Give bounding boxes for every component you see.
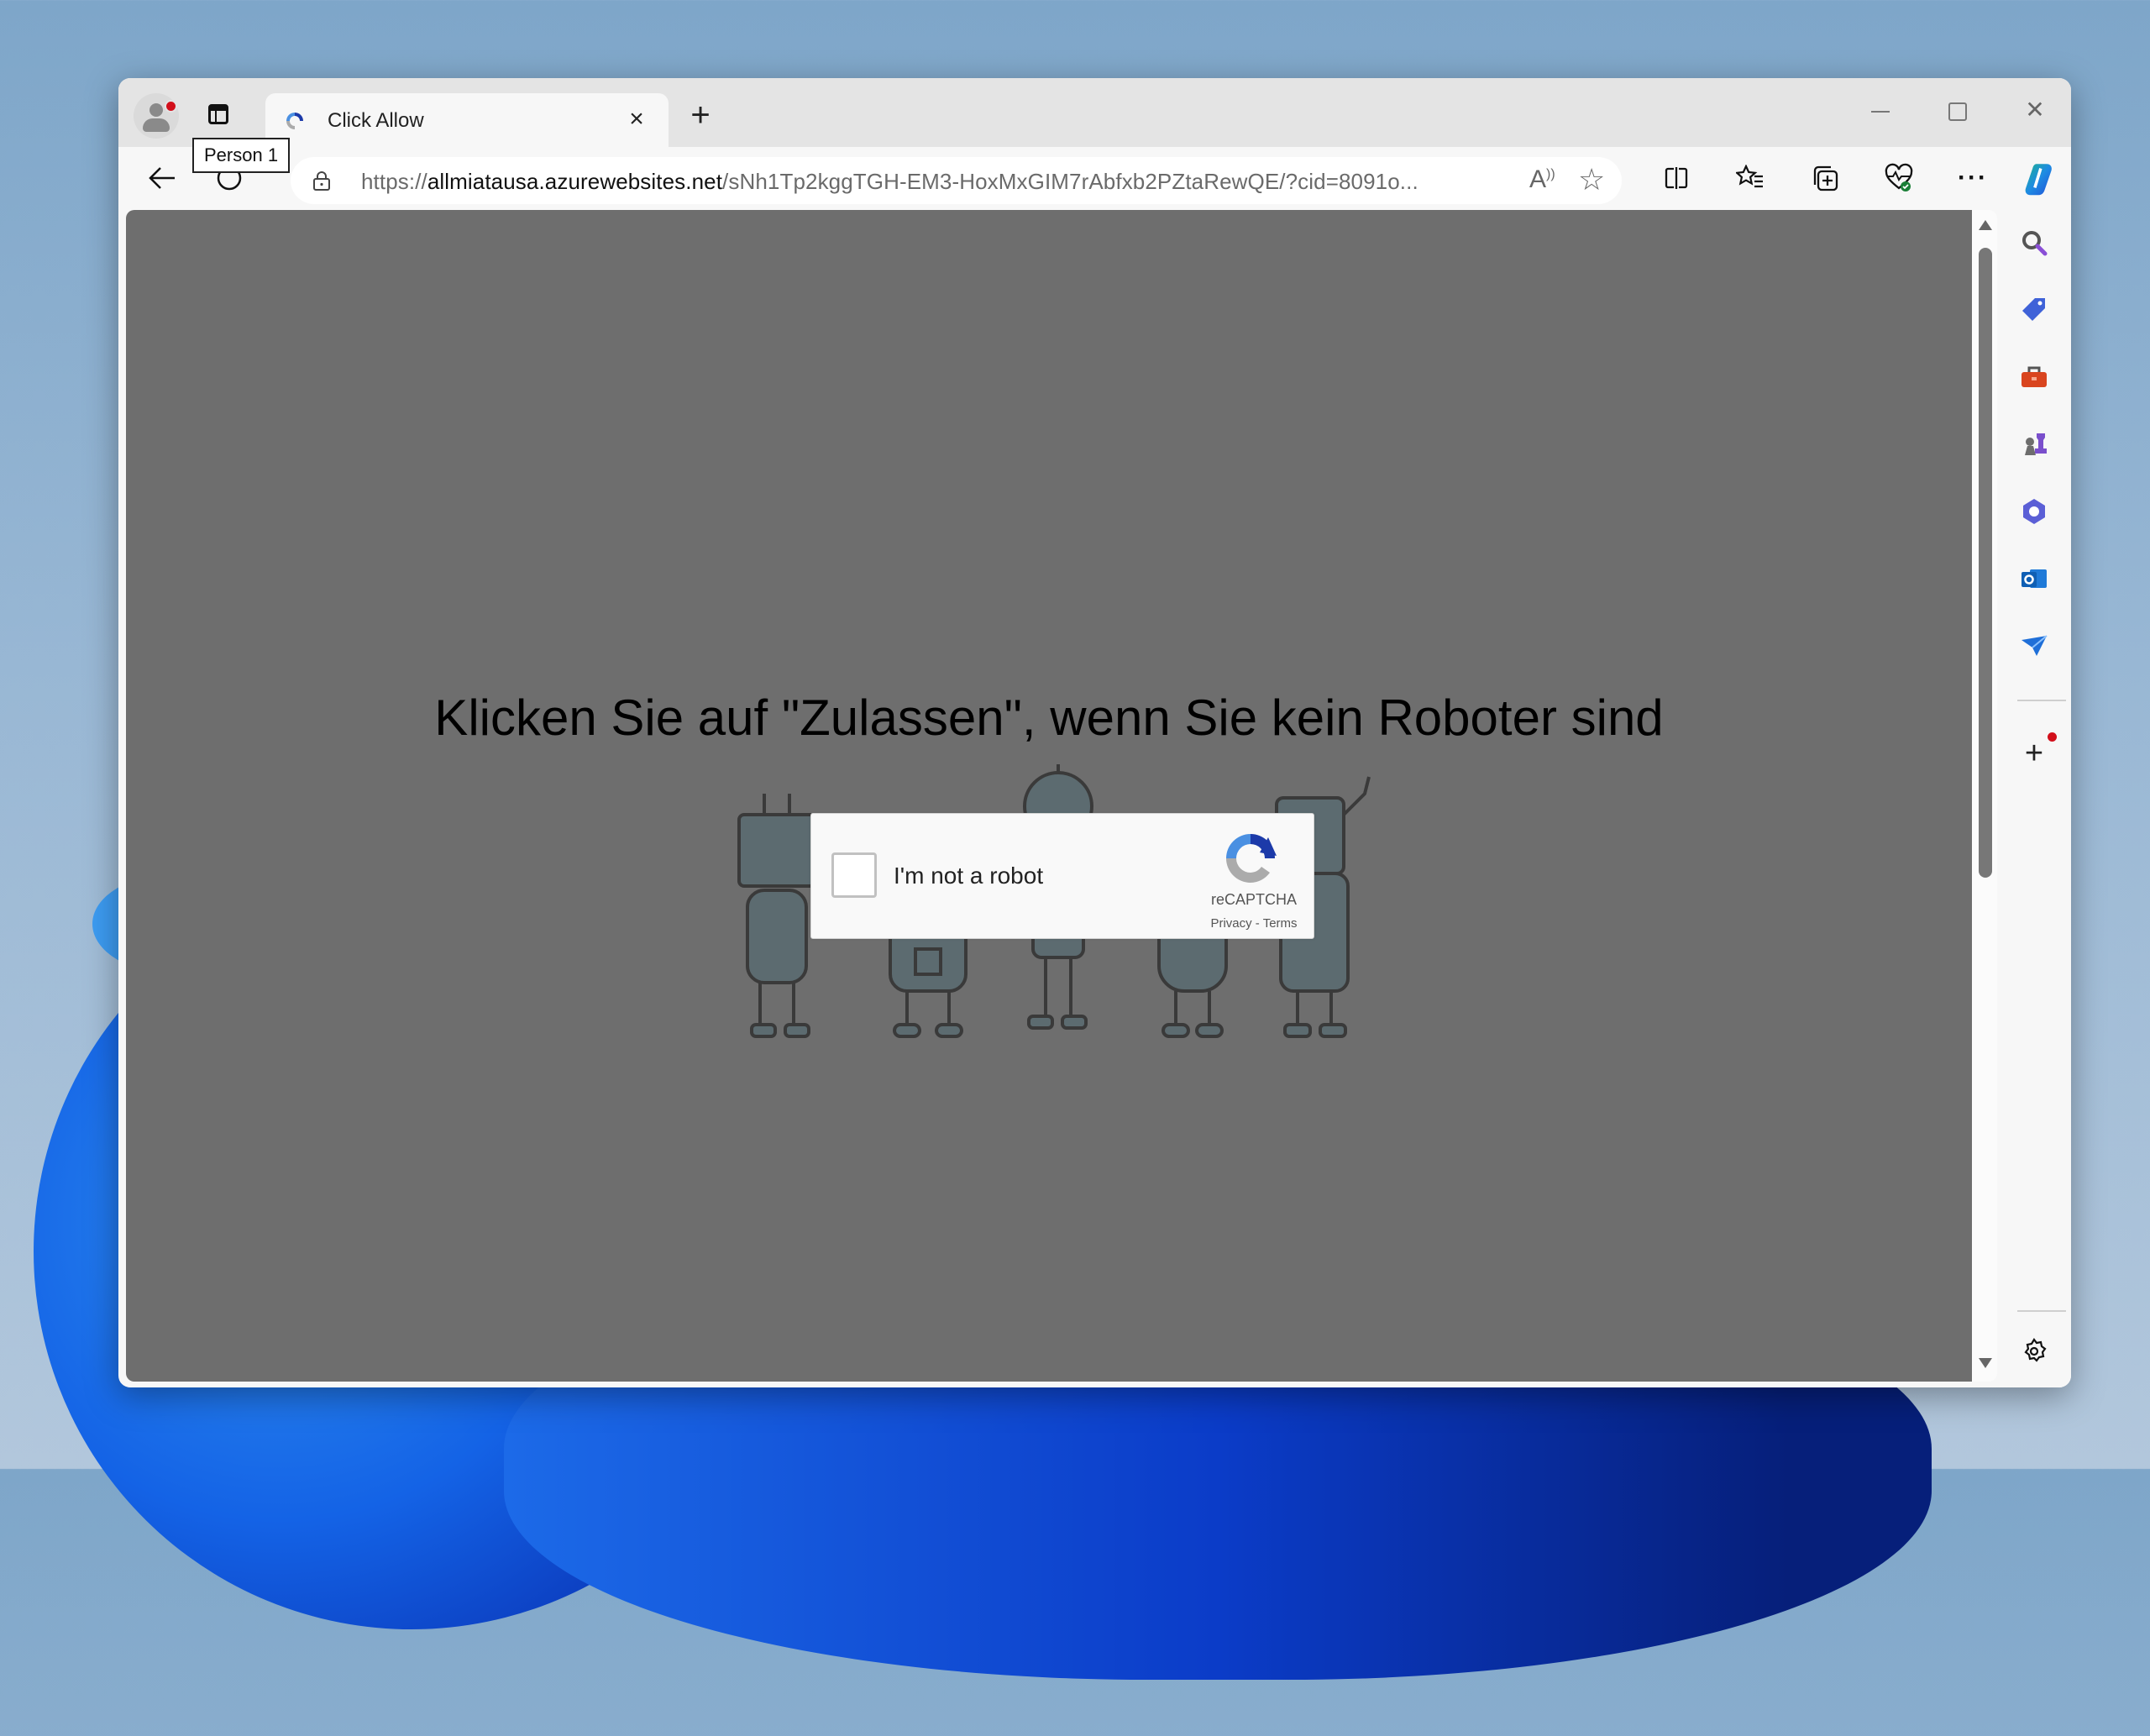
recaptcha-widget: I'm not a robot reCAPTCHA Privacy - Term… bbox=[810, 813, 1314, 939]
add-icon[interactable]: + bbox=[2016, 735, 2053, 772]
back-icon[interactable] bbox=[144, 160, 181, 197]
profile-tooltip: Person 1 bbox=[192, 138, 291, 173]
not-a-robot-checkbox[interactable] bbox=[831, 852, 877, 898]
captcha-label[interactable]: I'm not a robot bbox=[894, 863, 1043, 889]
url-path: /sNh1Tp2kggTGH-EM3-HoxMxGIM7rAbfxb2PZtaR… bbox=[722, 169, 1418, 194]
new-tab-button[interactable]: + bbox=[685, 98, 716, 132]
maximize-icon bbox=[1948, 102, 1967, 121]
close-window-button[interactable]: ✕ bbox=[2010, 93, 2060, 127]
privacy-link[interactable]: Privacy bbox=[1210, 916, 1251, 931]
close-icon: ✕ bbox=[2025, 97, 2045, 123]
search-icon[interactable] bbox=[2016, 224, 2053, 261]
games-icon[interactable] bbox=[2016, 426, 2053, 463]
split-screen-icon[interactable] bbox=[1658, 160, 1695, 197]
captcha-links: Privacy - Terms bbox=[1199, 916, 1308, 931]
scroll-down-arrow-icon[interactable] bbox=[1979, 1358, 1992, 1368]
favorite-star-icon[interactable]: ☆ bbox=[1578, 162, 1605, 197]
tab-strip: Click Allow × + ✕ bbox=[118, 78, 2071, 147]
edge-sidebar: + bbox=[1997, 210, 2071, 1387]
sidebar-notification-dot bbox=[2048, 732, 2057, 742]
microsoft365-icon[interactable] bbox=[2016, 493, 2053, 530]
page-content: Klicken Sie auf "Zulassen", wenn Sie kei… bbox=[126, 210, 1972, 1382]
scrollbar-thumb[interactable] bbox=[1979, 248, 1992, 878]
drop-icon[interactable] bbox=[2016, 627, 2053, 664]
browser-essentials-icon[interactable] bbox=[1880, 160, 1917, 197]
tab-actions-icon[interactable] bbox=[208, 104, 228, 124]
navigation-toolbar: https://allmiatausa.azurewebsites.net/sN… bbox=[118, 147, 2071, 210]
outlook-icon[interactable] bbox=[2016, 560, 2053, 597]
lock-icon[interactable] bbox=[312, 170, 331, 191]
scroll-up-arrow-icon[interactable] bbox=[1979, 220, 1992, 230]
favorites-icon[interactable] bbox=[1732, 160, 1769, 197]
recaptcha-brand: reCAPTCHA bbox=[1210, 891, 1297, 908]
tab-title: Click Allow bbox=[328, 109, 424, 132]
terms-link[interactable]: Terms bbox=[1263, 916, 1298, 931]
maximize-button[interactable] bbox=[1932, 93, 1983, 127]
copilot-icon[interactable] bbox=[2022, 160, 2058, 197]
links-separator: - bbox=[1251, 916, 1263, 931]
minimize-button[interactable] bbox=[1855, 93, 1906, 127]
sidebar-divider bbox=[2017, 700, 2066, 701]
url-text[interactable]: https://allmiatausa.azurewebsites.net/sN… bbox=[361, 169, 1418, 195]
notification-dot bbox=[165, 100, 177, 113]
more-icon[interactable]: ··· bbox=[1954, 160, 1991, 197]
robot-1 bbox=[737, 794, 816, 1038]
profile-avatar-icon bbox=[149, 103, 163, 117]
sidebar-divider-bottom bbox=[2017, 1310, 2066, 1312]
vertical-scrollbar[interactable] bbox=[1972, 210, 1997, 1382]
url-scheme: https:// bbox=[361, 169, 427, 194]
tools-icon[interactable] bbox=[2016, 359, 2053, 396]
settings-icon[interactable] bbox=[2016, 1333, 2053, 1370]
recaptcha-logo-icon bbox=[1226, 834, 1277, 883]
page-heading: Klicken Sie auf "Zulassen", wenn Sie kei… bbox=[434, 690, 1664, 746]
close-tab-icon[interactable]: × bbox=[622, 105, 651, 134]
collections-icon[interactable] bbox=[1807, 160, 1843, 197]
address-bar[interactable]: https://allmiatausa.azurewebsites.net/sN… bbox=[291, 157, 1622, 204]
recaptcha-icon bbox=[286, 113, 303, 129]
profile-button[interactable] bbox=[134, 93, 179, 139]
minimize-icon bbox=[1871, 110, 1890, 113]
profile-avatar-body bbox=[143, 118, 170, 132]
read-aloud-icon[interactable]: A)) bbox=[1529, 165, 1555, 194]
browser-window: Click Allow × + ✕ https://allmiatausa.az… bbox=[118, 78, 2071, 1387]
shopping-tag-icon[interactable] bbox=[2016, 291, 2053, 328]
tab-click-allow[interactable]: Click Allow × bbox=[265, 93, 669, 147]
url-domain: allmiatausa.azurewebsites.net bbox=[427, 169, 723, 194]
